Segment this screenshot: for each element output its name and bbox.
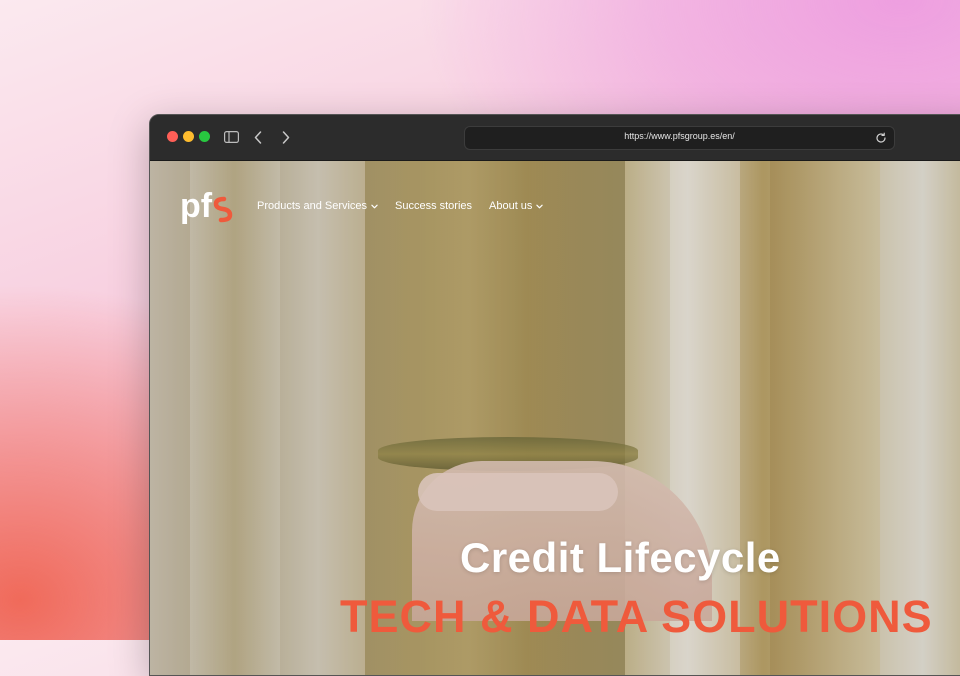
chevron-down-icon <box>371 204 378 208</box>
site-navigation: pf pfs Products and Services Success sto… <box>150 161 960 241</box>
address-bar[interactable]: https://www.pfsgroup.es/en/ <box>464 126 895 150</box>
nav-about-us[interactable]: About us <box>489 200 544 212</box>
web-page: pf pfs Products and Services Success sto… <box>150 161 960 675</box>
hero-title: Credit Lifecycle <box>460 534 781 581</box>
url-text: https://www.pfsgroup.es/en/ <box>624 131 735 141</box>
hero-subtitle: TECH & DATA SOLUTIONS <box>340 591 933 642</box>
svg-text:pf: pf <box>180 187 213 225</box>
browser-toolbar: https://www.pfsgroup.es/en/ <box>150 115 960 161</box>
browser-window: https://www.pfsgroup.es/en/ pf pfs Produ… <box>149 114 960 676</box>
close-window-button[interactable] <box>167 131 178 142</box>
sidebar-toggle-icon[interactable] <box>222 127 240 147</box>
nav-success-stories[interactable]: Success stories <box>395 200 472 212</box>
nav-products-and-services[interactable]: Products and Services <box>257 200 378 212</box>
pfs-logo[interactable]: pf pfs <box>180 187 238 233</box>
back-arrow-icon[interactable] <box>250 127 266 147</box>
forward-arrow-icon[interactable] <box>278 127 294 147</box>
logo-text: pfs <box>238 187 239 188</box>
maximize-window-button[interactable] <box>199 131 210 142</box>
nav-item-label: Success stories <box>395 200 473 212</box>
chevron-down-icon <box>536 204 544 208</box>
reload-icon[interactable] <box>875 131 889 145</box>
nav-item-label: About us <box>489 200 533 212</box>
nav-item-label: Products and Services <box>257 200 368 212</box>
minimize-window-button[interactable] <box>183 131 194 142</box>
